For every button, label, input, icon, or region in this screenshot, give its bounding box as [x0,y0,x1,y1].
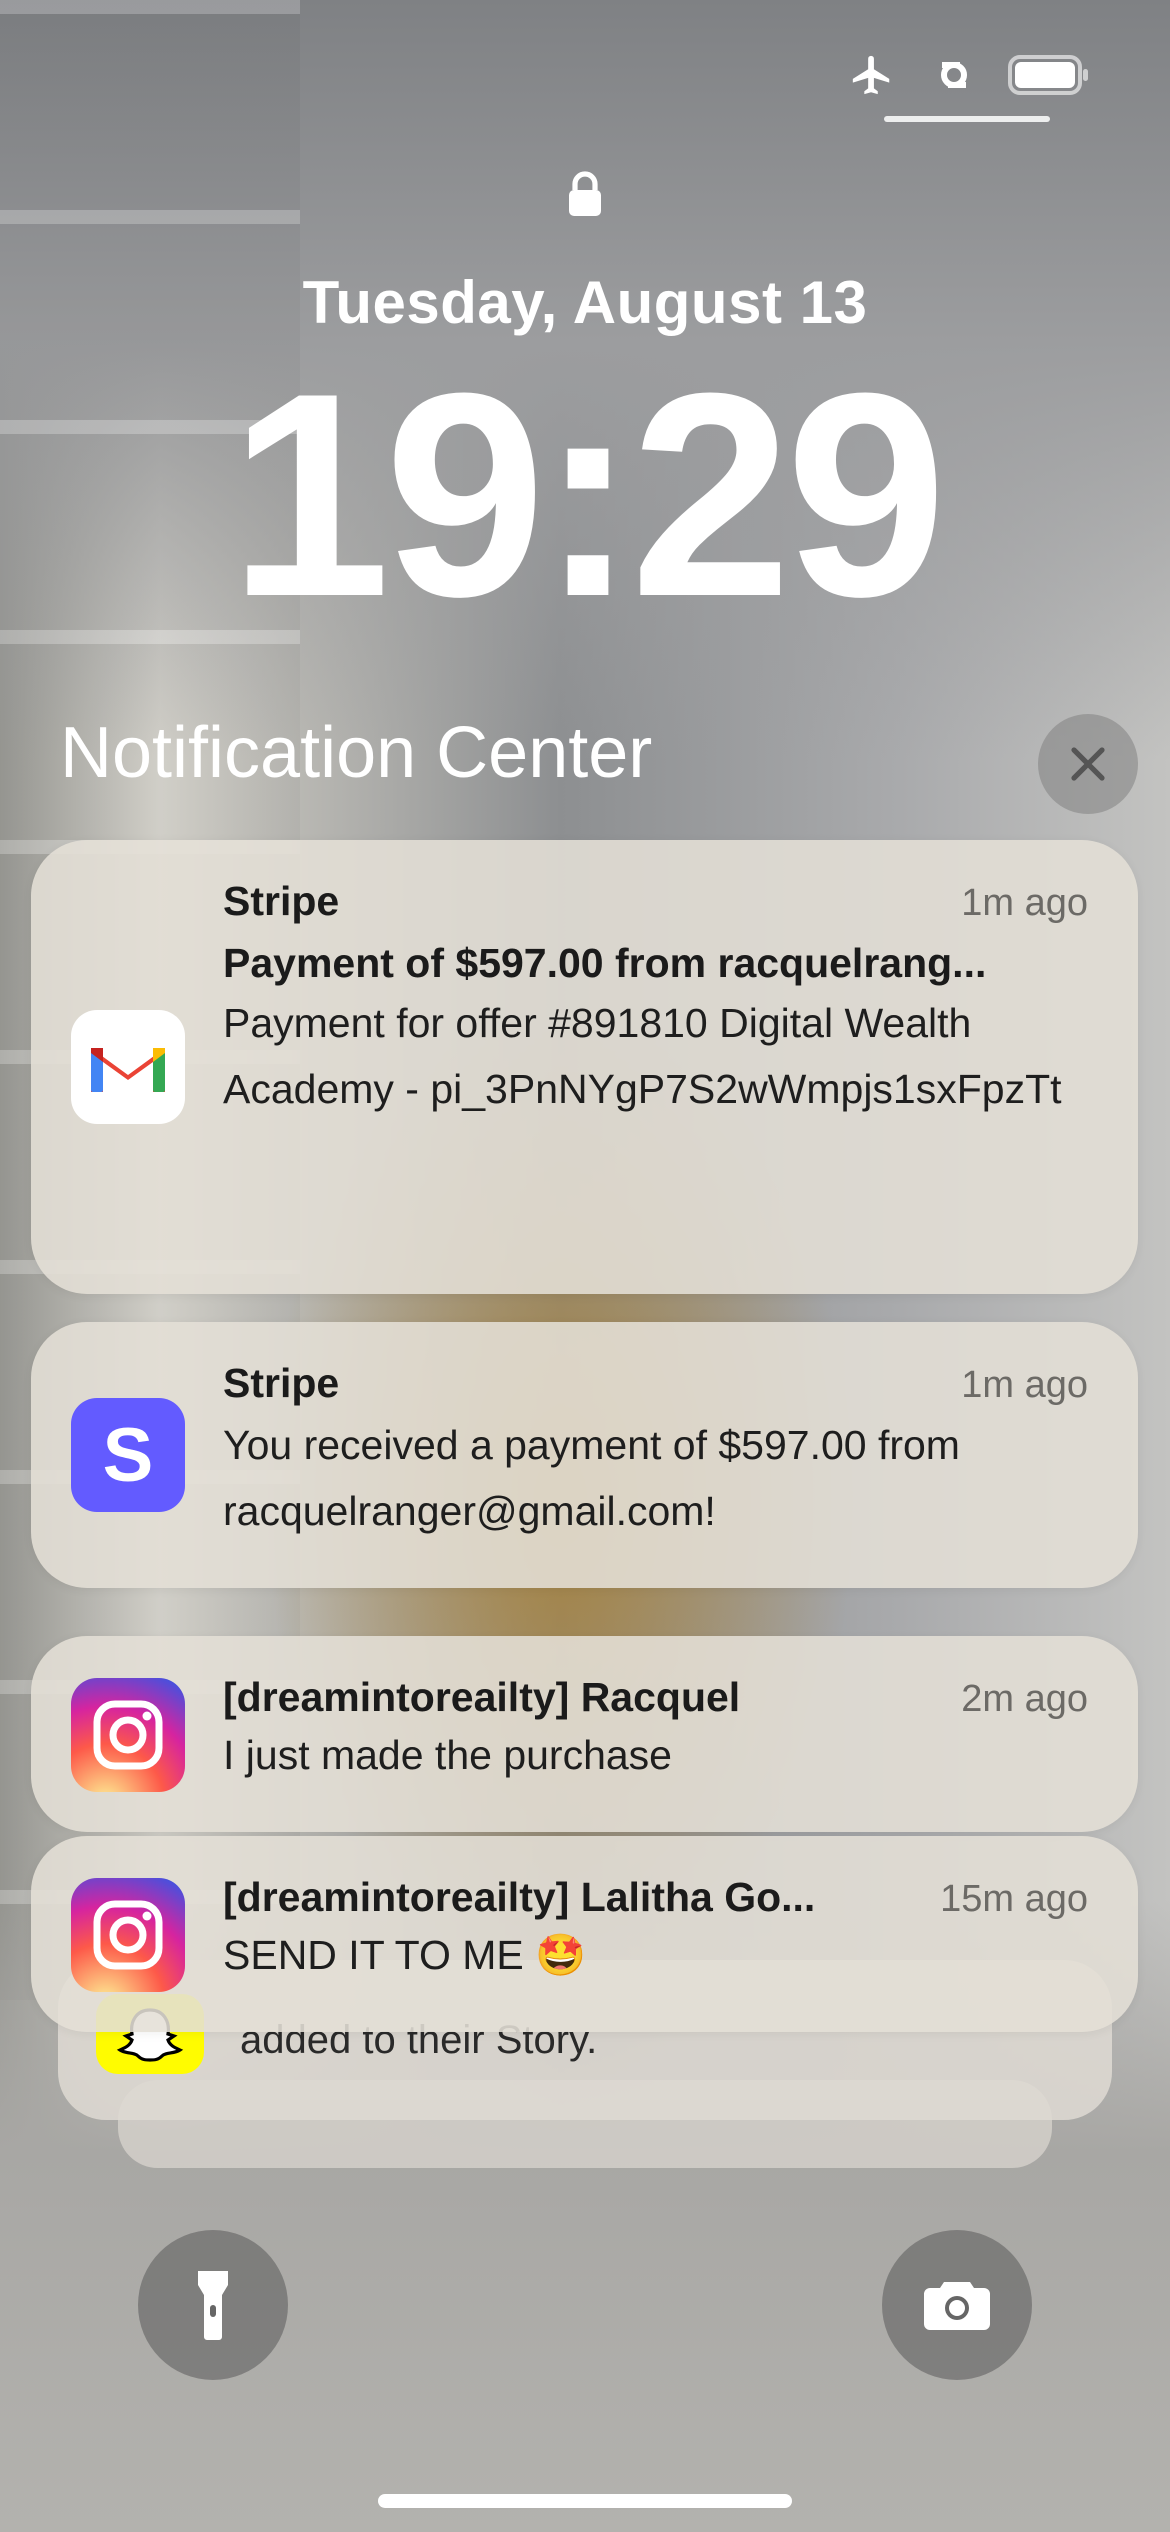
notification-card-gmail-stripe[interactable]: Stripe 1m ago Payment of $597.00 from ra… [31,840,1138,1294]
close-icon [1071,747,1105,781]
camera-button[interactable] [882,2230,1032,2380]
notification-card-instagram-racquel[interactable]: [dreamintoreailty] Racquel 2m ago I just… [31,1636,1138,1832]
airplane-mode-icon [852,55,890,95]
notification-body: You received a payment of $597.00 from r… [223,1422,960,1534]
camera-icon [924,2282,990,2330]
notification-body: I just made the purchase [223,1732,672,1778]
lock-icon [565,170,605,223]
notification-title: [dreamintoreailty] Lalitha Go... [223,1874,816,1920]
notification-body: SEND IT TO ME 🤩 [223,1932,587,1978]
notification-title: Stripe [223,878,340,924]
lock-screen-date: Tuesday, August 13 [302,269,868,336]
stripe-icon: S [71,1398,185,1512]
notification-time: 15m ago [940,1878,1088,1920]
notification-time: 1m ago [961,1364,1088,1406]
notification-time: 2m ago [961,1678,1088,1720]
instagram-icon [71,1878,185,1992]
status-bar [844,52,1090,98]
notification-center-title: Notification Center [60,713,653,793]
notification-card-instagram-lalitha[interactable]: [dreamintoreailty] Lalitha Go... 15m ago… [31,1836,1138,2032]
flashlight-icon [198,2271,228,2340]
link-icon [941,62,967,88]
clear-notifications-button[interactable] [1038,714,1138,814]
notification-body: Payment for offer #891810 Digital Wealth… [223,1000,1062,1112]
notification-title: Stripe [223,1360,340,1406]
notification-card-stripe[interactable]: S Stripe 1m ago You received a payment o… [31,1322,1138,1588]
lock-screen-time: 19:29 [229,333,947,657]
instagram-icon [71,1678,185,1792]
notification-time: 1m ago [961,882,1088,924]
gmail-icon [71,1010,185,1124]
flashlight-button[interactable] [138,2230,288,2380]
status-indicator-bar [884,116,1050,122]
notification-subject: Payment of $597.00 from racquelrang... [223,940,987,986]
home-indicator[interactable] [378,2494,792,2508]
notification-title: [dreamintoreailty] Racquel [223,1674,741,1720]
battery-icon [1008,55,1088,95]
